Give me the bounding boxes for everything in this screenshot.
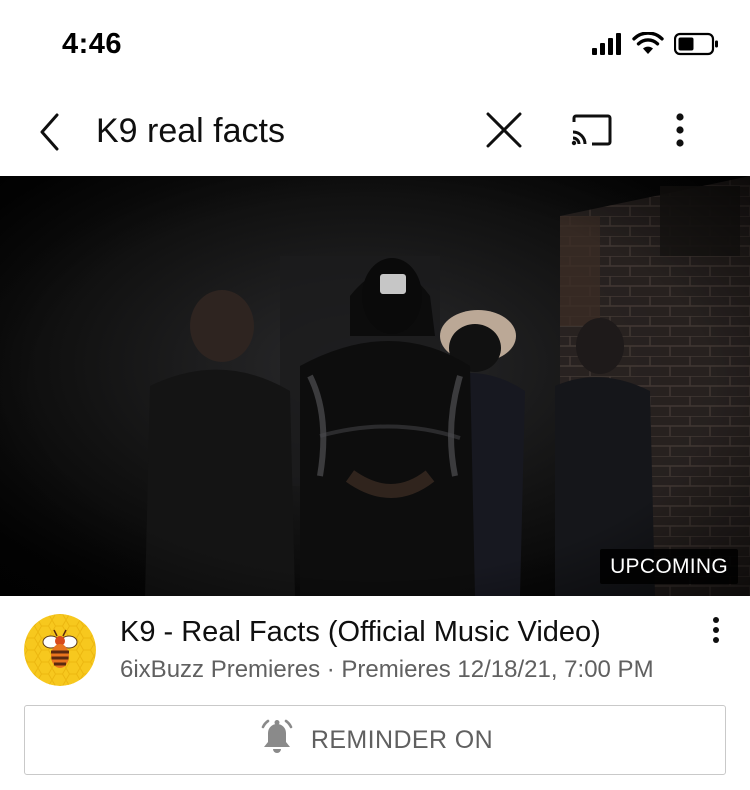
reminder-button[interactable]: REMINDER ON (24, 705, 726, 775)
upcoming-badge: UPCOMING (600, 549, 738, 584)
search-header: K9 real facts (0, 92, 750, 176)
more-vertical-icon (675, 112, 685, 152)
video-title[interactable]: K9 - Real Facts (Official Music Video) (120, 616, 601, 649)
clear-x-icon (485, 111, 523, 154)
battery-icon (673, 32, 720, 61)
clear-search-button[interactable] (480, 108, 528, 156)
wifi-icon (632, 30, 664, 61)
reminder-label: REMINDER ON (310, 725, 494, 754)
bell-ringing-icon (257, 718, 297, 763)
video-thumbnail[interactable]: UPCOMING (0, 176, 750, 596)
status-icons (592, 30, 720, 61)
status-time: 4:46 (62, 28, 123, 60)
search-query-text[interactable]: K9 real facts (96, 112, 285, 151)
video-info: K9 - Real Facts (Official Music Video) 6… (0, 596, 750, 700)
more-options-button[interactable] (656, 108, 704, 156)
cellular-signal-icon (592, 32, 622, 60)
status-bar: 4:46 (0, 0, 750, 92)
thumbnail-image (0, 176, 750, 596)
more-vertical-icon (712, 616, 720, 651)
video-options-button[interactable] (700, 616, 732, 656)
back-button[interactable] (26, 110, 74, 158)
cast-icon (570, 113, 614, 152)
cast-button[interactable] (566, 108, 618, 156)
back-arrow-icon (35, 112, 65, 157)
video-meta: 6ixBuzz Premieres · Premieres 12/18/21, … (120, 656, 654, 683)
bee-icon (24, 614, 96, 686)
channel-avatar[interactable] (24, 614, 96, 686)
